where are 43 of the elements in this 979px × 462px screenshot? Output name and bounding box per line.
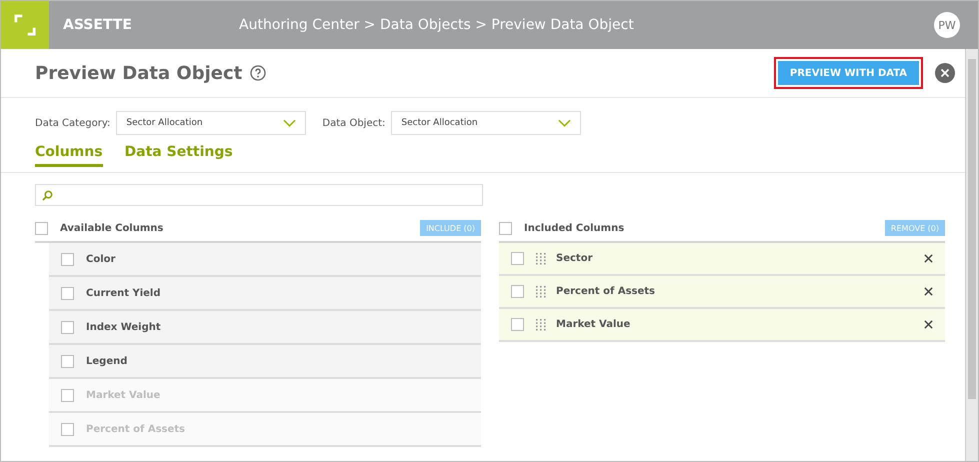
checkbox[interactable]: [511, 285, 524, 298]
checkbox[interactable]: [511, 252, 524, 265]
dropdown[interactable]: Sector Allocation: [391, 111, 582, 135]
close-icon[interactable]: [924, 320, 933, 329]
column-list-item[interactable]: Legend: [49, 345, 481, 379]
drag-handle-icon[interactable]: [536, 318, 546, 330]
included-column-label: Percent of Assets: [556, 286, 655, 297]
filter-label: Data Category:: [35, 118, 110, 128]
user-avatar[interactable]: PW: [934, 12, 960, 38]
scrollbar[interactable]: [965, 49, 978, 461]
tab[interactable]: Columns: [35, 144, 103, 167]
list-title: Included Columns: [524, 222, 624, 234]
drag-handle-icon[interactable]: [536, 252, 546, 264]
brand-name: ASSETTE: [63, 17, 133, 33]
breadcrumb: Authoring Center > Data Objects > Preview Data Object: [239, 17, 635, 33]
dropdown[interactable]: Sector Allocation: [116, 111, 306, 135]
help-icon[interactable]: [250, 65, 266, 81]
close-icon[interactable]: [924, 254, 933, 263]
filter-label: Data Object:: [322, 118, 386, 128]
chevron-down-icon: [283, 119, 296, 127]
column-list-item[interactable]: Color: [49, 243, 481, 277]
chevron-down-icon: [558, 119, 572, 127]
included-column-label: Sector: [556, 253, 592, 264]
search-icon: [42, 190, 53, 200]
included-column-label: Market Value: [556, 319, 630, 330]
close-icon[interactable]: [935, 63, 955, 83]
list-title: Available Columns: [60, 222, 164, 234]
column-list-item[interactable]: Index Weight: [49, 311, 481, 345]
checkbox[interactable]: [61, 354, 74, 368]
logo-icon: [1, 1, 49, 49]
column-list-item[interactable]: Current Yield: [49, 277, 481, 311]
tab[interactable]: Data Settings: [124, 144, 233, 164]
checkbox[interactable]: [61, 320, 74, 334]
page-title: Preview Data Object: [35, 62, 242, 84]
checkbox[interactable]: [499, 222, 512, 234]
checkbox[interactable]: [61, 252, 74, 266]
checkbox[interactable]: [511, 318, 524, 331]
checkbox[interactable]: [61, 286, 74, 300]
drag-handle-icon[interactable]: [536, 286, 546, 298]
search-field[interactable]: [35, 184, 483, 206]
preview-with-data-button[interactable]: PREVIEW WITH DATA: [774, 57, 923, 89]
checkbox[interactable]: [35, 222, 48, 234]
close-icon[interactable]: [924, 287, 933, 296]
